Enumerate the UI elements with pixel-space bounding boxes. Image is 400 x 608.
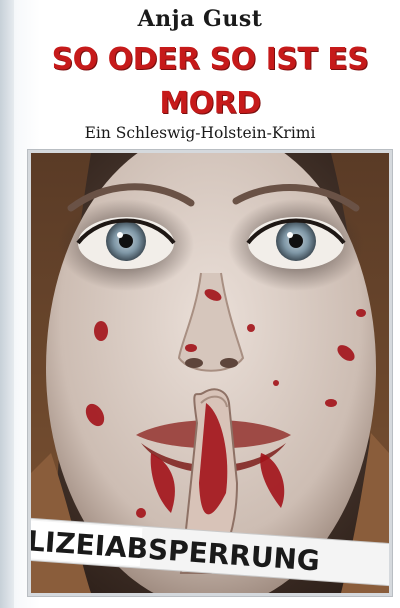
cover-art-image: LIZEIABSPERRUNG: [31, 153, 389, 593]
book-title: SO ODER SO IST ES MORD: [20, 38, 400, 126]
author-name: Anja Gust: [137, 6, 263, 32]
book-cover: Anja Gust SO ODER SO IST ES MORD Ein Sch…: [0, 0, 400, 608]
right-eye: [246, 217, 346, 269]
cover-image-frame: LIZEIABSPERRUNG: [28, 150, 392, 596]
left-eye: [76, 217, 176, 269]
book-subtitle: Ein Schleswig-Holstein-Krimi: [84, 124, 316, 142]
book-title-line-1: SO ODER SO IST ES: [51, 42, 369, 77]
cover-spine: [0, 0, 14, 608]
book-title-line-2: MORD: [159, 86, 261, 121]
